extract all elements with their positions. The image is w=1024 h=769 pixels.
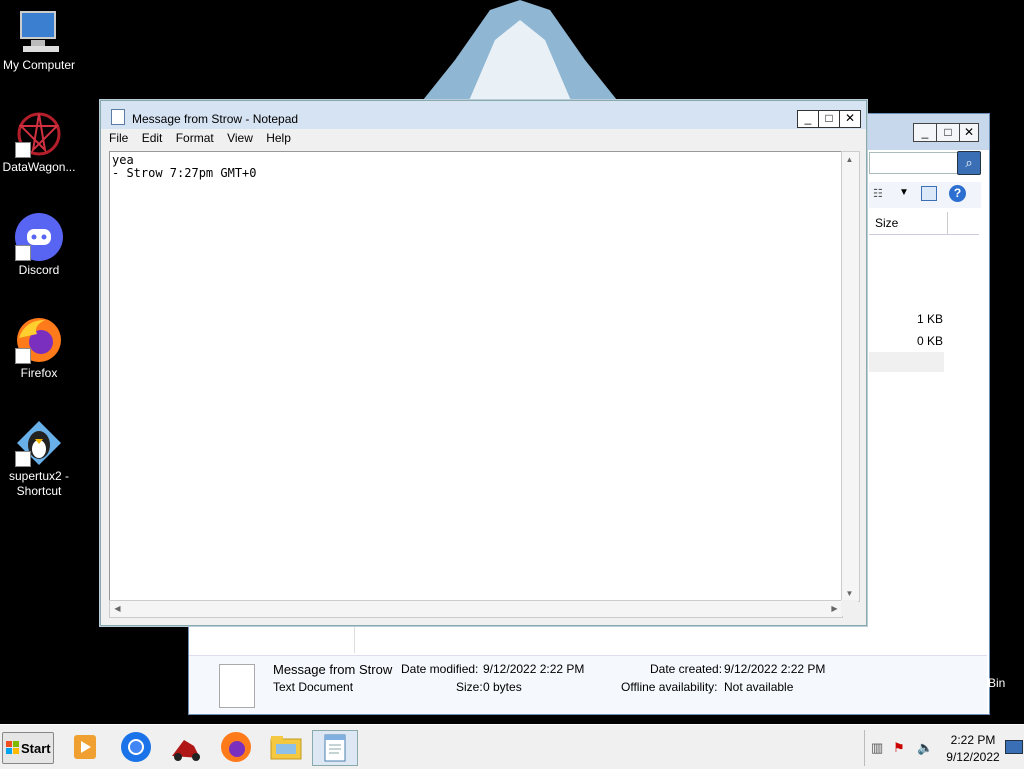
details-date-created: 9/12/2022 2:22 PM — [724, 662, 826, 676]
column-header-size[interactable]: Size — [869, 212, 979, 235]
details-date-modified-label: Date modified: — [401, 662, 479, 676]
notepad-icon — [324, 734, 346, 762]
game-icon[interactable] — [168, 730, 204, 764]
details-date-modified: 9/12/2022 2:22 PM — [483, 662, 585, 676]
desktop-icon-label: Firefox — [20, 366, 58, 380]
scroll-left-icon[interactable]: ◀ — [110, 601, 125, 616]
preview-pane-icon[interactable] — [921, 186, 937, 201]
menu-edit[interactable]: Edit — [142, 131, 163, 145]
notepad-taskbar-button[interactable] — [312, 730, 358, 766]
firefox-icon — [15, 316, 63, 364]
explorer-nav-pane-edge — [189, 627, 355, 653]
desktop-icon-datawagon[interactable]: DataWagon... — [0, 110, 78, 175]
desktop-icon-label: My Computer — [2, 58, 76, 72]
system-tray: ▥ ⚑ 🔈 2:22 PM 9/12/2022 — [864, 730, 1023, 766]
scroll-down-icon[interactable]: ▼ — [842, 586, 857, 601]
maximize-button[interactable]: □ — [818, 110, 840, 128]
details-offline: Not available — [724, 680, 794, 694]
recycle-bin-label[interactable]: Bin — [988, 676, 1005, 690]
clock-date: 9/12/2022 — [946, 750, 1000, 764]
media-player-icon[interactable] — [67, 730, 103, 764]
vertical-scrollbar[interactable]: ▲ ▼ — [841, 151, 860, 602]
start-button[interactable]: Start — [2, 732, 54, 764]
desktop-icon-label: supertux2 - Shortcut — [8, 469, 70, 498]
discord-icon — [15, 213, 63, 261]
volume-icon[interactable]: 🔈 — [917, 740, 933, 756]
firefox-icon[interactable] — [218, 730, 254, 764]
details-offline-label: Offline availability: — [621, 680, 718, 694]
shortcut-arrow-icon — [15, 451, 31, 467]
explorer-minimize-button[interactable]: _ — [913, 123, 937, 142]
details-file-name: Message from Strow — [273, 662, 393, 677]
notepad-icon — [111, 109, 125, 125]
horizontal-scrollbar[interactable]: ◀ ▶ — [109, 600, 843, 618]
desktop-icon-my-computer[interactable]: My Computer — [0, 8, 78, 73]
my-computer-icon — [15, 8, 63, 56]
details-file-type: Text Document — [273, 680, 354, 694]
explorer-maximize-button[interactable]: □ — [936, 123, 960, 142]
details-size-label: Size: — [456, 680, 483, 694]
menu-help[interactable]: Help — [266, 131, 291, 145]
clock[interactable]: 2:22 PM 9/12/2022 — [945, 732, 1001, 766]
shortcut-arrow-icon — [15, 348, 31, 364]
editor-content[interactable]: yea - Strow 7:27pm GMT+0 — [112, 154, 257, 180]
desktop-icon-discord[interactable]: Discord — [0, 213, 78, 278]
scroll-up-icon[interactable]: ▲ — [842, 152, 857, 167]
supertux-icon — [15, 419, 63, 467]
network-icon[interactable]: ▥ — [871, 740, 883, 756]
desktop-icon-supertux[interactable]: supertux2 - Shortcut — [0, 419, 78, 499]
shortcut-arrow-icon — [15, 245, 31, 261]
file-size-cell: 0 KB — [916, 334, 943, 348]
datawagon-icon — [15, 110, 63, 158]
details-date-created-label: Date created: — [650, 662, 723, 676]
scroll-right-icon[interactable]: ▶ — [827, 601, 842, 616]
explorer-toolbar: ☷ ▼ ? — [869, 182, 981, 208]
menu-file[interactable]: File — [109, 131, 128, 145]
file-size-cell: 1 KB — [916, 312, 943, 326]
wallpaper-figure — [415, 0, 625, 110]
desktop-icon-label: DataWagon... — [2, 160, 76, 174]
search-icon[interactable]: ⌕ — [957, 151, 981, 175]
view-options-icon[interactable]: ☷ — [873, 187, 883, 200]
help-icon[interactable]: ? — [949, 185, 966, 202]
shortcut-arrow-icon — [15, 142, 31, 158]
details-pane: Message from Strow Text Document Date mo… — [189, 655, 987, 714]
details-size: 0 bytes — [483, 680, 522, 694]
file-explorer-icon[interactable] — [268, 730, 304, 764]
explorer-close-button[interactable]: ✕ — [959, 123, 979, 142]
start-label: Start — [21, 741, 51, 756]
action-center-icon[interactable]: ⚑ — [893, 740, 905, 756]
text-editor[interactable]: yea - Strow 7:27pm GMT+0 — [109, 151, 851, 602]
window-title: Message from Strow - Notepad — [132, 112, 299, 126]
minimize-button[interactable]: _ — [797, 110, 819, 128]
notepad-titlebar[interactable]: Message from Strow - Notepad _ □ ✕ — [101, 101, 866, 129]
taskbar: Start ▥ ⚑ 🔈 2:22 PM 9/12/2022 — [0, 724, 1024, 769]
notepad-window[interactable]: Message from Strow - Notepad _ □ ✕ File … — [100, 100, 867, 626]
chrome-icon[interactable] — [118, 730, 154, 764]
size-grip-icon[interactable] — [841, 600, 858, 616]
text-document-icon — [219, 664, 255, 708]
menu-view[interactable]: View — [227, 131, 253, 145]
windows-logo-icon — [6, 741, 19, 754]
chevron-down-icon[interactable]: ▼ — [899, 187, 909, 198]
selected-row-highlight[interactable] — [869, 352, 944, 372]
clock-time: 2:22 PM — [950, 733, 996, 747]
menu-bar: File Edit Format View Help — [109, 131, 301, 149]
menu-format[interactable]: Format — [176, 131, 214, 145]
close-button[interactable]: ✕ — [839, 110, 861, 128]
desktop-icon-firefox[interactable]: Firefox — [0, 316, 78, 381]
desktop-icon-label: Discord — [18, 263, 60, 277]
column-separator — [947, 212, 980, 234]
show-desktop-icon[interactable] — [1005, 740, 1023, 754]
